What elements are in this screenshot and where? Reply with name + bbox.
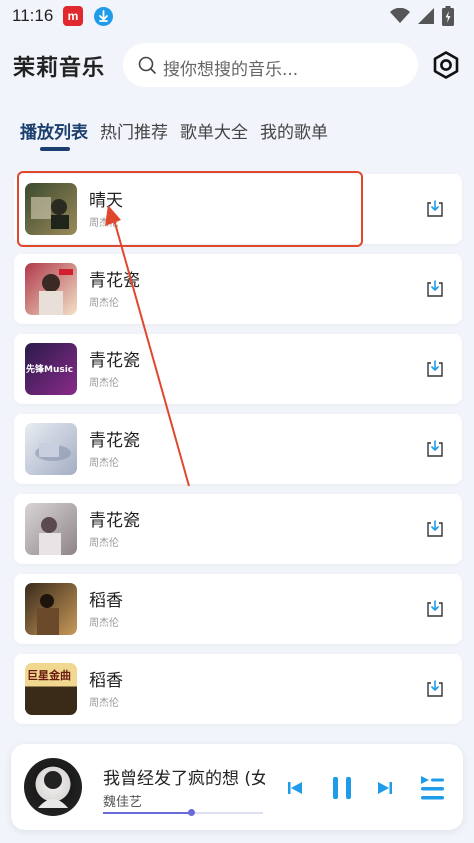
song-title: 青花瓷	[89, 351, 140, 371]
download-icon[interactable]	[424, 678, 446, 700]
list-item[interactable]: 青花瓷 周杰伦	[14, 494, 462, 564]
search-placeholder: 搜你想搜的音乐...	[163, 60, 299, 80]
download-notification-icon	[94, 7, 113, 26]
song-artist: 周杰伦	[89, 538, 119, 549]
download-icon[interactable]	[424, 358, 446, 380]
download-icon[interactable]	[424, 278, 446, 300]
song-title: 稻香	[89, 671, 123, 691]
album-cover: 先锋Music	[25, 343, 77, 395]
player-song-title: 我曾经发了疯的想 (女	[103, 769, 265, 789]
search-input[interactable]: 搜你想搜的音乐...	[123, 43, 418, 87]
wifi-icon	[390, 8, 410, 23]
album-cover	[25, 263, 77, 315]
player-artist: 魏佳艺	[103, 795, 143, 810]
song-artist: 周杰伦	[89, 378, 119, 389]
download-icon[interactable]	[424, 438, 446, 460]
album-cover	[25, 423, 77, 475]
download-icon[interactable]	[424, 518, 446, 540]
player-album-cover[interactable]	[24, 758, 82, 816]
album-cover	[25, 583, 77, 635]
tab-my-playlists[interactable]: 我的歌单	[260, 118, 328, 154]
header: 茉莉音乐 搜你想搜的音乐...	[0, 40, 474, 90]
list-item[interactable]: 巨星金曲 稻香 周杰伦	[14, 654, 462, 724]
song-artist: 周杰伦	[89, 458, 119, 469]
list-item[interactable]: 青花瓷 周杰伦	[14, 414, 462, 484]
song-artist: 周杰伦	[89, 618, 119, 629]
album-cover	[25, 503, 77, 555]
tab-hot-recommend[interactable]: 热门推荐	[100, 118, 168, 154]
playlist-icon[interactable]	[419, 774, 445, 802]
tab-playlist[interactable]: 播放列表	[20, 118, 88, 154]
song-title: 青花瓷	[89, 271, 140, 291]
pause-icon[interactable]	[331, 776, 353, 800]
download-icon[interactable]	[424, 598, 446, 620]
tab-bar: 播放列表 热门推荐 歌单大全 我的歌单	[20, 118, 328, 158]
download-icon[interactable]	[424, 198, 446, 220]
progress-knob[interactable]	[187, 809, 195, 816]
song-artist: 周杰伦	[89, 298, 119, 309]
highlight-box	[17, 171, 363, 247]
list-item[interactable]: 青花瓷 周杰伦	[14, 254, 462, 324]
album-cover: 巨星金曲	[25, 663, 77, 715]
status-time: 11:16	[12, 6, 54, 25]
next-icon[interactable]	[377, 780, 393, 796]
app-notification-icon: m	[63, 6, 83, 26]
song-artist: 周杰伦	[89, 698, 119, 709]
mini-player[interactable]: 我曾经发了疯的想 (女 魏佳艺	[11, 744, 463, 830]
album-cover-text: 先锋Music	[26, 365, 74, 375]
list-item[interactable]: 先锋Music 青花瓷 周杰伦	[14, 334, 462, 404]
previous-icon[interactable]	[287, 780, 303, 796]
song-title: 青花瓷	[89, 431, 140, 451]
search-icon	[138, 56, 156, 74]
settings-icon[interactable]	[431, 50, 461, 80]
tab-all-playlists[interactable]: 歌单大全	[180, 118, 248, 154]
album-cover-text: 巨星金曲	[27, 669, 71, 682]
app-title: 茉莉音乐	[13, 56, 106, 81]
battery-charging-icon	[442, 6, 454, 26]
status-bar: 11:16 m	[0, 0, 474, 32]
song-title: 青花瓷	[89, 511, 140, 531]
progress-fill	[103, 812, 191, 814]
list-item[interactable]: 稻香 周杰伦	[14, 574, 462, 644]
progress-bar[interactable]	[103, 809, 263, 816]
song-title: 稻香	[89, 591, 123, 611]
signal-icon	[418, 8, 434, 24]
